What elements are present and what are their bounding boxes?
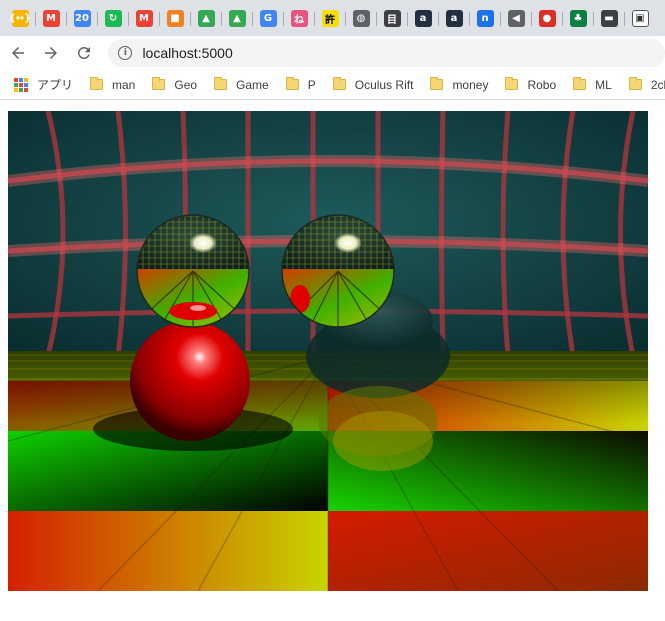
raytrace-canvas[interactable] — [8, 111, 648, 591]
google-drive-icon: ▲ — [228, 9, 246, 27]
bookmark-label: Game — [236, 77, 269, 92]
bookmark-label: Robo — [527, 77, 557, 92]
bookmark-folder-p[interactable]: P — [285, 77, 316, 92]
tab-drive-1[interactable]: ▲ — [190, 4, 220, 32]
tab-tv[interactable]: ▬ — [593, 4, 623, 32]
url-text: localhost:5000 — [142, 45, 233, 61]
book-icon: 目 — [383, 9, 401, 27]
bookmark-folder-oculus-rift[interactable]: Oculus Rift — [332, 77, 414, 92]
bookmark-folder-money[interactable]: money — [430, 77, 489, 92]
reload-button[interactable] — [69, 38, 99, 68]
tab-gmail-1[interactable]: M — [35, 4, 65, 32]
n-letter-icon: n — [476, 9, 494, 27]
arrow-left-icon — [11, 47, 24, 59]
tab-code[interactable]: {↔} — [6, 4, 34, 32]
bookmark-label: アプリ — [37, 78, 74, 92]
tab-amazon-2[interactable]: a — [438, 4, 468, 32]
tab-tree[interactable]: ♣ — [562, 4, 592, 32]
folder-icon — [628, 77, 642, 90]
bookmark-label: Geo — [174, 77, 198, 92]
folder-icon — [285, 77, 299, 90]
folder-icon — [505, 77, 519, 90]
kanji-icon: 許 — [321, 9, 339, 27]
globe-icon: ◍ — [352, 9, 370, 27]
tab-box[interactable]: ■ — [159, 4, 189, 32]
bookmark-label: money — [452, 77, 489, 92]
bookmark-folder-robo[interactable]: Robo — [505, 77, 557, 92]
browser-toolbar: i localhost:5000 — [0, 36, 665, 70]
bookmarks-bar: アプリ man Geo Game P Oculus Rift money Robo ML 2ch — [0, 70, 665, 100]
site-info-icon[interactable]: i — [118, 46, 133, 60]
apps-grid-icon — [14, 77, 28, 92]
bookmark-label: ML — [595, 77, 612, 92]
tree-icon: ♣ — [569, 9, 587, 27]
bookmark-label: P — [307, 77, 316, 92]
folder-icon — [573, 77, 587, 90]
tab-strip: {↔} M 20 ↻ M ■ ▲ ▲ G ね許 ◍ 目 a a n ◀ ● ♣ ▬ ▣ — [0, 0, 665, 36]
folder-icon — [90, 77, 104, 90]
tab-book[interactable]: 目 — [376, 4, 406, 32]
tab-gmail-2[interactable]: M — [128, 4, 158, 32]
tab-amazon-1[interactable]: a — [407, 4, 437, 32]
tab-globe[interactable]: ◍ — [345, 4, 375, 32]
folder-icon — [152, 77, 166, 90]
tab-record[interactable]: ● — [531, 4, 561, 32]
calendar-icon: 20 — [73, 9, 91, 27]
speaker-icon: ◀ — [507, 9, 525, 27]
tab-kanji[interactable]: 許 — [314, 4, 344, 32]
tab-drive-2[interactable]: ▲ — [221, 4, 251, 32]
google-translate-icon: G — [259, 9, 277, 27]
tab-pink-app[interactable]: ね — [283, 4, 313, 32]
back-button[interactable] — [3, 38, 33, 68]
bookmark-folder-game[interactable]: Game — [214, 77, 269, 92]
tab-niconico[interactable]: ▣ — [624, 4, 654, 32]
code-braces-icon: {↔} — [9, 9, 31, 27]
folder-icon — [214, 77, 228, 90]
green-circle-icon: ↻ — [104, 9, 122, 27]
gmail-icon: M — [42, 9, 60, 27]
bookmark-folder-2ch[interactable]: 2ch — [628, 77, 665, 92]
checker-floor — [8, 351, 648, 591]
forward-button[interactable] — [36, 38, 66, 68]
bookmark-folder-geo[interactable]: Geo — [152, 77, 198, 92]
red-sphere — [130, 321, 250, 441]
tab-n-app[interactable]: n — [469, 4, 499, 32]
bookmark-label: Oculus Rift — [354, 77, 414, 92]
bookmark-folder-ml[interactable]: ML — [573, 77, 612, 92]
tv-icon: ▬ — [600, 9, 618, 27]
reload-icon — [77, 46, 90, 59]
orange-cube-icon: ■ — [166, 9, 184, 27]
amazon-icon: a — [414, 9, 432, 27]
bookmark-apps[interactable]: アプリ — [14, 76, 73, 93]
bookmark-folder-man[interactable]: man — [90, 77, 136, 92]
amazon-icon: a — [445, 9, 463, 27]
bookmark-label: 2ch — [650, 77, 665, 92]
folder-icon — [430, 77, 444, 90]
record-icon: ● — [538, 9, 556, 27]
tab-calendar[interactable]: 20 — [66, 4, 96, 32]
google-drive-icon: ▲ — [197, 9, 215, 27]
folder-icon — [332, 77, 346, 90]
arrow-right-icon — [44, 47, 57, 59]
bookmark-label: man — [112, 77, 136, 92]
gmail-icon: M — [135, 9, 153, 27]
address-bar[interactable]: i localhost:5000 — [108, 39, 665, 67]
tab-audio[interactable]: ◀ — [500, 4, 530, 32]
tab-translate[interactable]: G — [252, 4, 282, 32]
tab-refresh-app[interactable]: ↻ — [97, 4, 127, 32]
niconico-icon: ▣ — [631, 9, 649, 27]
page-content — [0, 101, 665, 621]
pink-character-icon: ね — [290, 9, 308, 27]
